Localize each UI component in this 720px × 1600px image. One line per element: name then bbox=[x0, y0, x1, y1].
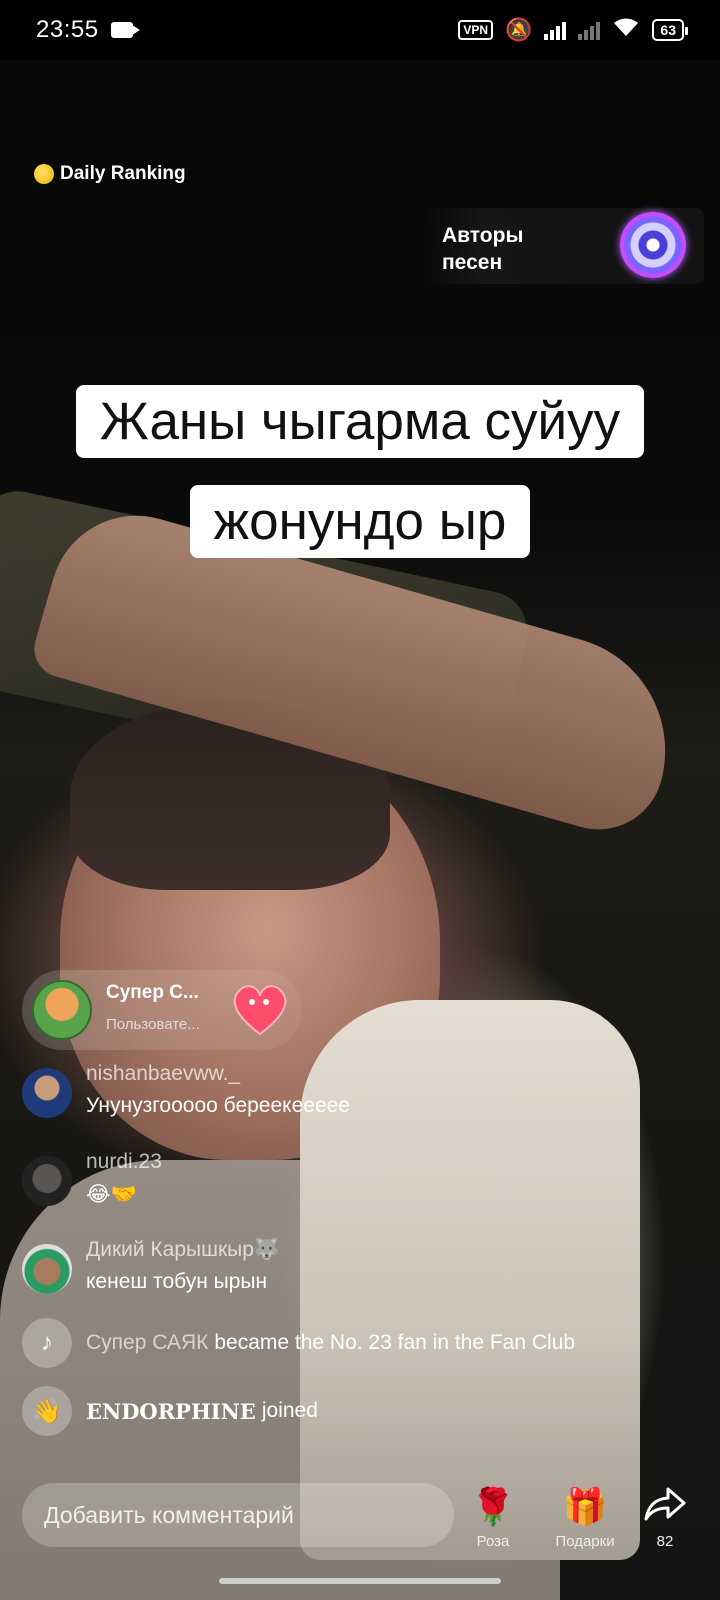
rose-gift-button[interactable]: 🌹 Роза bbox=[448, 1485, 538, 1550]
status-bar: 23:55 VPN 🔕 63 bbox=[0, 0, 720, 60]
live-video-background bbox=[0, 60, 720, 1600]
avatar[interactable] bbox=[22, 1244, 72, 1294]
vpn-icon: VPN bbox=[458, 20, 494, 40]
gift-banner[interactable]: Супер С... Пользовате... bbox=[22, 970, 302, 1050]
status-time: 23:55 bbox=[36, 16, 99, 43]
wave-hand-icon: 👋 bbox=[22, 1386, 72, 1436]
rose-icon: 🌹 bbox=[470, 1486, 516, 1527]
comment-text: Унунузгооооо береекееееe bbox=[86, 1094, 350, 1117]
wifi-icon bbox=[612, 16, 640, 44]
system-text: became the No. 23 fan in the Fan Club bbox=[214, 1331, 576, 1354]
fan-club-message: ♪ Супер САЯК became the No. 23 fan in th… bbox=[22, 1318, 575, 1368]
home-indicator[interactable] bbox=[219, 1578, 501, 1584]
comment-username[interactable]: Дикий Карышкыр🐺 bbox=[86, 1238, 280, 1262]
rose-label: Роза bbox=[476, 1533, 510, 1550]
system-text: joined bbox=[261, 1399, 318, 1422]
daily-ranking-badge[interactable]: Daily Ranking bbox=[34, 163, 186, 185]
comment-username[interactable]: nishanbaevww._ bbox=[86, 1062, 240, 1086]
avatar[interactable] bbox=[32, 980, 92, 1040]
tiktok-icon: ♪ bbox=[22, 1318, 72, 1368]
avatar[interactable] bbox=[22, 1068, 72, 1118]
gifts-label: Подарки bbox=[555, 1533, 615, 1550]
avatar[interactable] bbox=[22, 1156, 72, 1206]
comment-text: кенеш тобун ырын bbox=[86, 1270, 268, 1293]
share-button[interactable]: 82 bbox=[620, 1485, 710, 1550]
system-username[interactable]: Супер САЯК bbox=[86, 1331, 208, 1355]
gift-box-icon: 🎁 bbox=[562, 1486, 608, 1527]
system-username[interactable]: 𝐄𝐍𝐃𝐎𝐑𝐏𝐇𝐈𝐍𝐄 bbox=[86, 1399, 256, 1424]
gifts-button[interactable]: 🎁 Подарки bbox=[540, 1485, 630, 1550]
gift-sender-subtitle: Пользовате... bbox=[106, 1016, 200, 1033]
daily-ranking-label: Daily Ranking bbox=[60, 163, 186, 184]
screen-record-icon bbox=[110, 22, 140, 38]
join-message: 👋 𝐄𝐍𝐃𝐎𝐑𝐏𝐇𝐈𝐍𝐄 joined bbox=[22, 1386, 318, 1436]
comment-text: 😂🤝 bbox=[86, 1183, 137, 1206]
comment-input[interactable] bbox=[22, 1483, 454, 1547]
gift-sender-name: Супер С... bbox=[106, 982, 199, 1003]
battery-icon: 63 bbox=[652, 19, 688, 41]
song-authors-panel[interactable]: Авторы песен bbox=[424, 208, 704, 284]
song-authors-label: Авторы песен bbox=[442, 224, 524, 274]
medal-icon bbox=[34, 164, 54, 184]
heart-gift-icon bbox=[233, 985, 287, 1036]
music-disc-icon bbox=[620, 212, 686, 278]
caption-line-1: Жаны чыгарма суйуу bbox=[0, 385, 720, 458]
signal-2-icon bbox=[578, 20, 601, 40]
share-arrow-icon bbox=[644, 1485, 686, 1529]
caption-line-2: жонундо ыр bbox=[0, 485, 720, 558]
signal-icon bbox=[544, 20, 567, 40]
share-count: 82 bbox=[656, 1533, 674, 1550]
bell-muted-icon: 🔕 bbox=[505, 17, 533, 42]
comment-username[interactable]: nurdi.23 bbox=[86, 1150, 162, 1174]
